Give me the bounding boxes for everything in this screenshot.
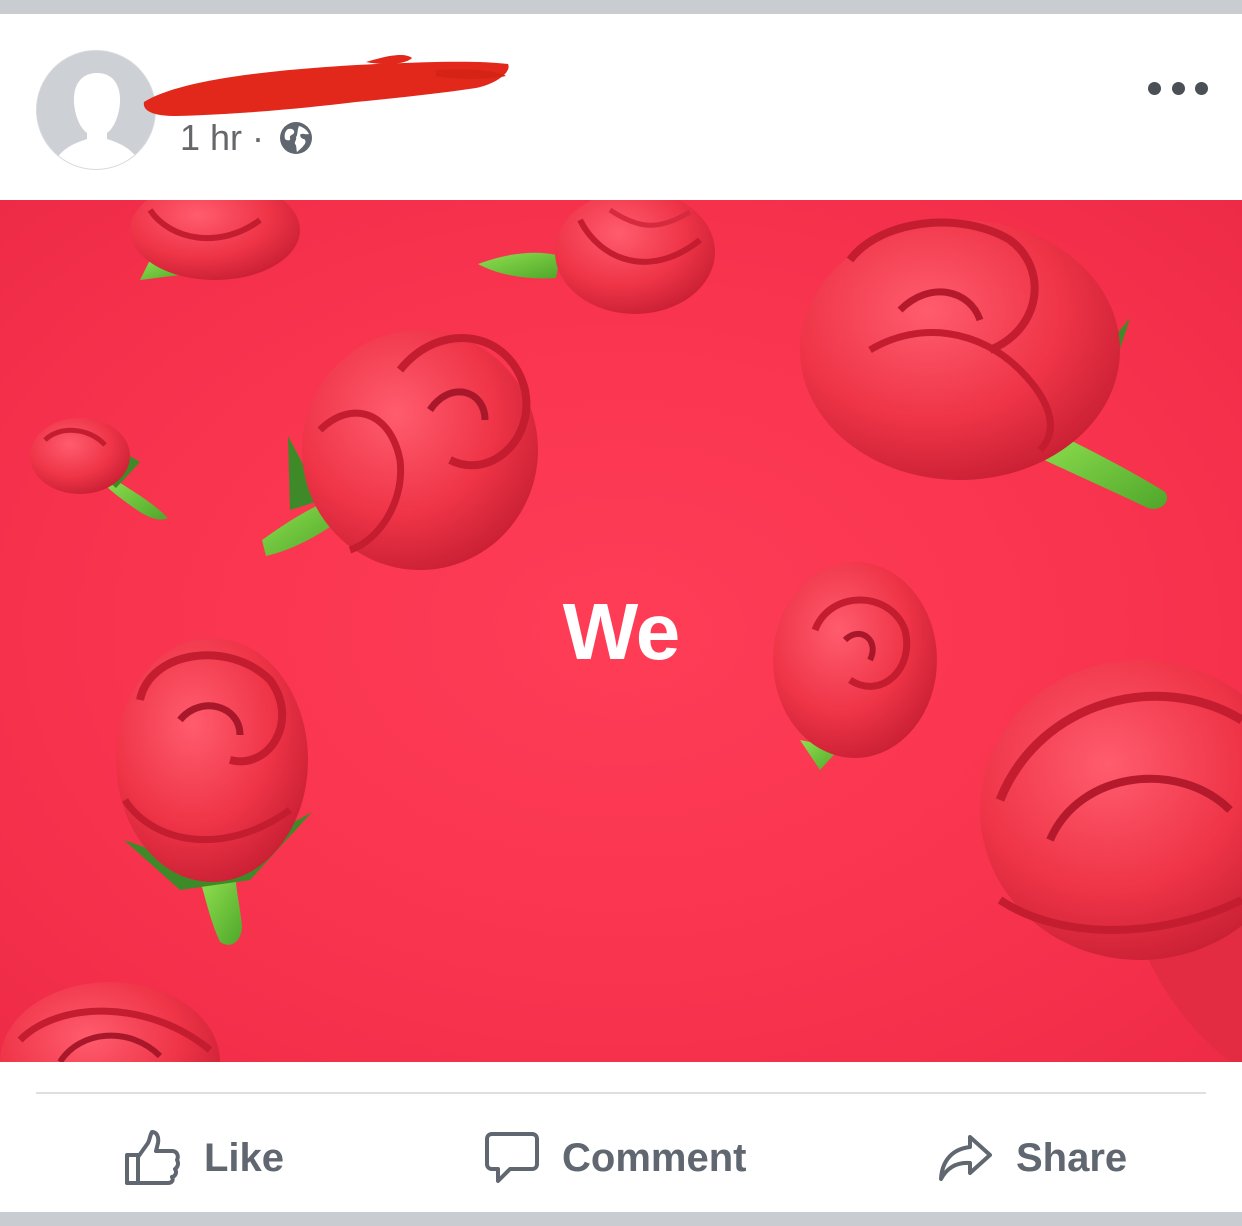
rose-8	[0, 982, 220, 1062]
share-icon	[939, 1135, 992, 1181]
divider	[36, 1092, 1206, 1094]
post-meta: 1 hr ·	[180, 116, 314, 160]
rose-1	[130, 200, 300, 280]
rose-7	[116, 638, 312, 945]
rose-4	[30, 418, 168, 520]
post-card: 1 hr · We Like Comment Share	[0, 14, 1242, 1212]
rose-5	[262, 330, 538, 570]
meta-separator: ·	[252, 117, 265, 158]
rose-2	[478, 200, 715, 314]
redacted-name	[143, 55, 509, 116]
thumbs-up-icon	[125, 1130, 181, 1185]
rose-3	[800, 218, 1168, 509]
share-label: Share	[1016, 1135, 1128, 1180]
post-image[interactable]: We	[0, 200, 1242, 1062]
more-icon	[1148, 81, 1161, 95]
comment-label: Comment	[562, 1135, 747, 1180]
post-actions: Like Comment Share	[0, 1104, 1242, 1212]
image-overlay-text: We	[562, 587, 681, 676]
more-options-button[interactable]	[1148, 66, 1208, 110]
globe-icon	[278, 120, 314, 156]
comment-button[interactable]: Comment	[484, 1104, 746, 1212]
rose-9	[980, 660, 1242, 1062]
post-header: 1 hr ·	[0, 14, 1242, 200]
comment-icon	[485, 1132, 539, 1183]
like-label: Like	[204, 1135, 285, 1180]
timestamp[interactable]: 1 hr	[180, 117, 242, 159]
like-button[interactable]: Like	[124, 1104, 284, 1212]
share-button[interactable]: Share	[938, 1104, 1127, 1212]
